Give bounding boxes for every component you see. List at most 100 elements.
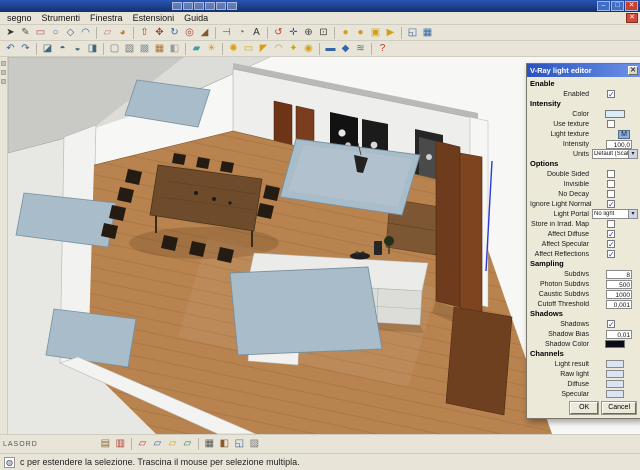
vray-material-editor-icon[interactable]: ● bbox=[338, 26, 353, 40]
affect-diffuse-checkbox[interactable]: ✓ bbox=[607, 230, 615, 239]
materials-panel-icon[interactable]: ◧ bbox=[217, 437, 232, 451]
no-decay-checkbox[interactable] bbox=[607, 190, 615, 198]
vray-infinite-plane-icon[interactable]: ▬ bbox=[323, 42, 338, 56]
titlebar-tool-icon[interactable] bbox=[183, 2, 193, 10]
store-in-irrad-map-checkbox[interactable] bbox=[607, 220, 615, 228]
vray-ies-light-icon[interactable]: ✦ bbox=[286, 42, 301, 56]
raw-light-field[interactable] bbox=[606, 370, 624, 378]
subdivs-input[interactable]: 8 bbox=[606, 269, 632, 279]
page-red-icon[interactable]: ▱ bbox=[135, 437, 150, 451]
titlebar-tool-icon[interactable] bbox=[205, 2, 215, 10]
left-tool-icon[interactable] bbox=[1, 61, 6, 66]
line-tool-icon[interactable]: ✎ bbox=[18, 26, 33, 40]
side-view-icon[interactable]: ◨ bbox=[85, 42, 100, 56]
orbit-tool-icon[interactable]: ↺ bbox=[271, 26, 286, 40]
textured-style-icon[interactable]: ▦ bbox=[152, 42, 167, 56]
light-portal-dropdown[interactable]: No light ▾ bbox=[592, 209, 638, 219]
tape-measure-tool-icon[interactable]: ⊣ bbox=[219, 26, 234, 40]
ok-button[interactable]: OK bbox=[570, 402, 599, 414]
protractor-tool-icon[interactable]: ◔ bbox=[234, 26, 249, 40]
minimize-button[interactable]: – bbox=[597, 1, 610, 11]
top-view-icon[interactable]: ◓ bbox=[55, 42, 70, 56]
vray-options-icon[interactable]: ● bbox=[353, 26, 368, 40]
group-icon[interactable]: ▦ bbox=[420, 26, 435, 40]
monochrome-style-icon[interactable]: ◧ bbox=[167, 42, 182, 56]
affect-specular-checkbox[interactable]: ✓ bbox=[607, 240, 615, 249]
specular-field[interactable] bbox=[606, 390, 624, 398]
vray-frame-buffer-icon[interactable]: ▤ bbox=[98, 437, 113, 451]
caustic-subdivs-input[interactable]: 1000 bbox=[606, 289, 632, 299]
shaded-style-icon[interactable]: ▩ bbox=[137, 42, 152, 56]
shadow-color-color-swatch[interactable] bbox=[605, 340, 625, 348]
close-button[interactable]: ✕ bbox=[625, 1, 638, 11]
use-texture-checkbox[interactable] bbox=[607, 120, 615, 128]
menu-finestra[interactable]: Finestra bbox=[85, 13, 128, 23]
double-sided-checkbox[interactable] bbox=[607, 170, 615, 178]
intensity-input[interactable]: 100,0 bbox=[606, 139, 632, 149]
page-green-icon[interactable]: ▱ bbox=[180, 437, 195, 451]
section-plane-icon[interactable]: ▰ bbox=[189, 42, 204, 56]
polygon-tool-icon[interactable]: ◇ bbox=[63, 26, 78, 40]
shadows-toggle-icon[interactable]: ☀ bbox=[204, 42, 219, 56]
viewport[interactable]: V-Ray light editor ✕ Enable Enabled ✓ Inten… bbox=[8, 57, 640, 434]
shadow-bias-input[interactable]: 0,01 bbox=[606, 329, 632, 339]
zoom-tool-icon[interactable]: ⊕ bbox=[301, 26, 316, 40]
arc-tool-icon[interactable]: ◠ bbox=[78, 26, 93, 40]
rotate-tool-icon[interactable]: ↻ bbox=[167, 26, 182, 40]
cancel-button[interactable]: Cancel bbox=[602, 402, 636, 414]
zoom-extents-tool-icon[interactable]: ⊡ bbox=[316, 26, 331, 40]
vray-rt-render-icon[interactable]: ▶ bbox=[383, 26, 398, 40]
layers-panel-icon[interactable]: ▦ bbox=[202, 437, 217, 451]
move-tool-icon[interactable]: ✥ bbox=[152, 26, 167, 40]
dialog-titlebar[interactable]: V-Ray light editor ✕ bbox=[527, 64, 640, 77]
previous-view-icon[interactable]: ↶ bbox=[3, 42, 18, 56]
front-view-icon[interactable]: ◒ bbox=[70, 42, 85, 56]
iso-view-icon[interactable]: ◪ bbox=[40, 42, 55, 56]
menu-segno[interactable]: segno bbox=[2, 13, 37, 23]
vray-dome-light-icon[interactable]: ◠ bbox=[271, 42, 286, 56]
vray-spot-light-icon[interactable]: ◤ bbox=[256, 42, 271, 56]
vray-batch-render-icon[interactable]: ▥ bbox=[113, 437, 128, 451]
document-close-icon[interactable]: ✕ bbox=[626, 13, 638, 23]
titlebar-tool-icon[interactable] bbox=[216, 2, 226, 10]
select-tool-icon[interactable]: ➤ bbox=[3, 26, 18, 40]
vray-fur-icon[interactable]: ≋ bbox=[353, 42, 368, 56]
units-dropdown[interactable]: Default (Scalar)▾ bbox=[592, 149, 638, 159]
vray-rectangle-light-icon[interactable]: ▭ bbox=[241, 42, 256, 56]
dialog-close-icon[interactable]: ✕ bbox=[628, 66, 638, 75]
eraser-tool-icon[interactable]: ▱ bbox=[100, 26, 115, 40]
floor-glass-panel-center[interactable] bbox=[229, 266, 383, 356]
invisible-checkbox[interactable] bbox=[607, 180, 615, 188]
page-yellow-icon[interactable]: ▱ bbox=[165, 437, 180, 451]
rectangle-tool-icon[interactable]: ▭ bbox=[33, 26, 48, 40]
light-texture-button[interactable]: M bbox=[618, 129, 630, 139]
titlebar-tool-icon[interactable] bbox=[227, 2, 237, 10]
left-tool-icon[interactable] bbox=[1, 79, 6, 84]
scale-tool-icon[interactable]: ◢ bbox=[197, 26, 212, 40]
menu-estensioni[interactable]: Estensioni bbox=[128, 13, 180, 23]
wireframe-style-icon[interactable]: ▢ bbox=[107, 42, 122, 56]
vray-proxy-icon[interactable]: ◆ bbox=[338, 42, 353, 56]
left-tool-icon[interactable] bbox=[1, 70, 6, 75]
maximize-button[interactable]: □ bbox=[611, 1, 624, 11]
light-result-field[interactable] bbox=[606, 360, 624, 368]
affect-reflections-checkbox[interactable]: ✓ bbox=[607, 250, 615, 259]
next-view-icon[interactable]: ↷ bbox=[18, 42, 33, 56]
photon-subdivs-input[interactable]: 500 bbox=[606, 279, 632, 289]
styles-panel-icon[interactable]: ▨ bbox=[247, 437, 262, 451]
vray-sphere-light-icon[interactable]: ◉ bbox=[301, 42, 316, 56]
titlebar-tool-icon[interactable] bbox=[172, 2, 182, 10]
diffuse-field[interactable] bbox=[606, 380, 624, 388]
page-blue-icon[interactable]: ▱ bbox=[150, 437, 165, 451]
geo-location-icon[interactable]: ◍ bbox=[4, 456, 15, 468]
menu-guida[interactable]: Guida bbox=[179, 13, 213, 23]
color-color-swatch[interactable] bbox=[605, 110, 625, 118]
circle-tool-icon[interactable]: ○ bbox=[48, 26, 63, 40]
help-icon[interactable]: ? bbox=[375, 42, 390, 56]
components-panel-icon[interactable]: ◱ bbox=[232, 437, 247, 451]
vray-omni-light-icon[interactable]: ✺ bbox=[226, 42, 241, 56]
enabled-checkbox[interactable]: ✓ bbox=[607, 90, 615, 99]
push-pull-tool-icon[interactable]: ⇧ bbox=[137, 26, 152, 40]
menu-strumenti[interactable]: Strumenti bbox=[37, 13, 86, 23]
hidden-line-style-icon[interactable]: ▧ bbox=[122, 42, 137, 56]
